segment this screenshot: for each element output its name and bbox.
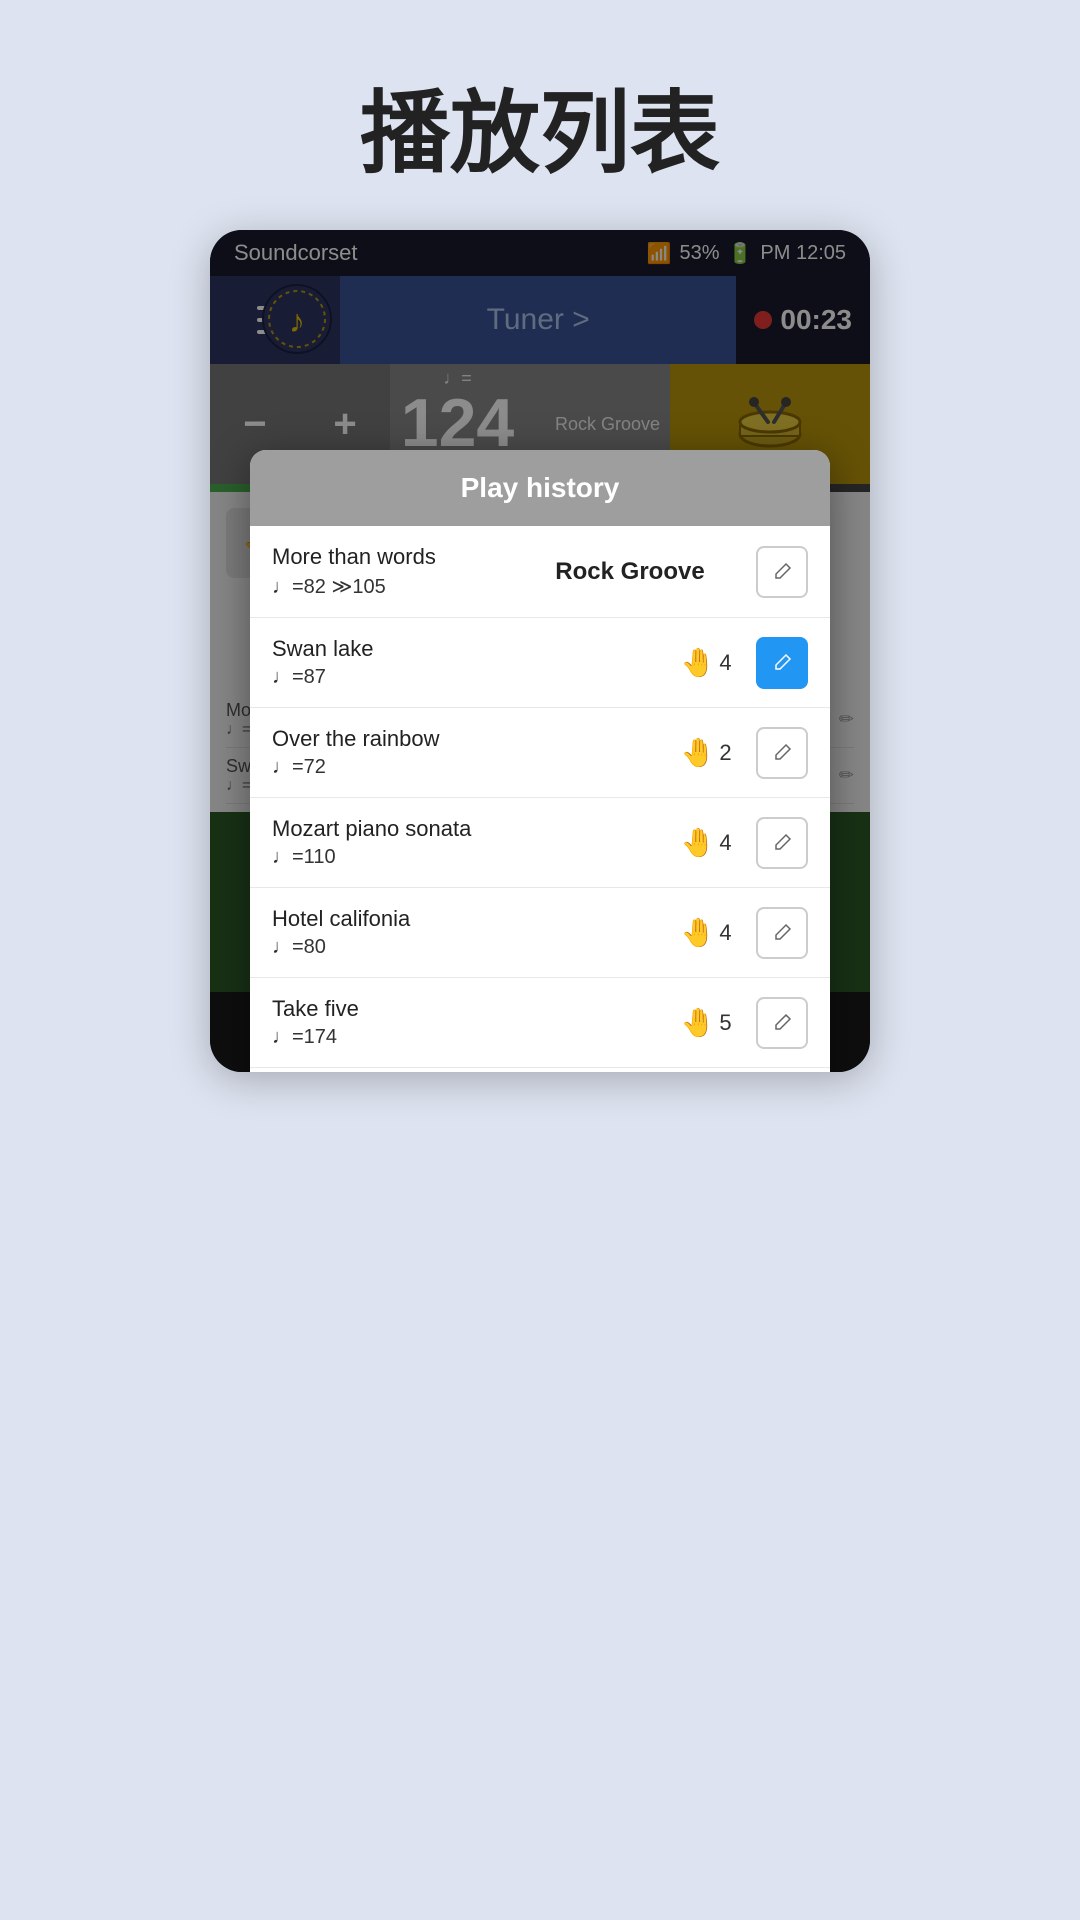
row-5-edit-button[interactable] (756, 907, 808, 959)
row-5-hand-icon: 🤚 (680, 916, 715, 949)
history-row-5[interactable]: Hotel califonia ♩=80 🤚 4 (250, 888, 830, 978)
history-row-1[interactable]: More than words ♩=82 ≫105 Rock Groove (250, 526, 830, 618)
row-4-beat: 🤚 4 (666, 826, 746, 859)
row-2-beat-count: 4 (719, 650, 731, 676)
row-5-beat-count: 4 (719, 920, 731, 946)
history-row-3[interactable]: Over the rainbow ♩=72 🤚 2 (250, 708, 830, 798)
play-history-modal: Play history More than words ♩=82 ≫105 R… (250, 450, 830, 1072)
row-3-hand-icon: 🤚 (680, 736, 715, 769)
row-4-info: Mozart piano sonata ♩=110 (272, 816, 656, 869)
row-4-title: Mozart piano sonata (272, 816, 656, 842)
row-6-info: Take five ♩=174 (272, 996, 656, 1049)
row-2-edit-button[interactable] (756, 637, 808, 689)
history-row-2[interactable]: Swan lake ♩=87 🤚 4 (250, 618, 830, 708)
row-4-edit-button[interactable] (756, 817, 808, 869)
row-3-info: Over the rainbow ♩=72 (272, 726, 656, 779)
page-title: 播放列表 (0, 0, 1080, 230)
row-1-title: More than words (272, 544, 504, 570)
row-6-beat-count: 5 (719, 1010, 731, 1036)
row-1-edit-button[interactable] (756, 546, 808, 598)
row-5-bpm: ♩=80 (272, 936, 656, 959)
row-3-beat: 🤚 2 (666, 736, 746, 769)
row-2-beat: 🤚 4 (666, 646, 746, 679)
modal-overlay: Play history More than words ♩=82 ≫105 R… (210, 230, 870, 1072)
row-4-bpm: ♩=110 (272, 846, 656, 869)
row-6-title: Take five (272, 996, 656, 1022)
row-1-bpm: ♩=82 ≫105 (272, 574, 504, 599)
history-row-4[interactable]: Mozart piano sonata ♩=110 🤚 4 (250, 798, 830, 888)
modal-title: Play history (461, 472, 620, 503)
row-6-edit-button[interactable] (756, 997, 808, 1049)
row-2-hand-icon: 🤚 (680, 646, 715, 679)
row-5-info: Hotel califonia ♩=80 (272, 906, 656, 959)
row-6-beat: 🤚 5 (666, 1006, 746, 1039)
row-1-info: More than words ♩=82 ≫105 (272, 544, 504, 599)
row-4-hand-icon: 🤚 (680, 826, 715, 859)
row-5-beat: 🤚 4 (666, 916, 746, 949)
row-3-bpm: ♩=72 (272, 756, 656, 779)
modal-list: More than words ♩=82 ≫105 Rock Groove Sw… (250, 526, 830, 1072)
modal-header: Play history (250, 450, 830, 526)
row-5-title: Hotel califonia (272, 906, 656, 932)
row-2-bpm: ♩=87 (272, 666, 656, 689)
row-6-hand-icon: 🤚 (680, 1006, 715, 1039)
history-row-6[interactable]: Take five ♩=174 🤚 5 (250, 978, 830, 1068)
phone-frame: Soundcorset 📶 53% 🔋 PM 12:05 ♪ (210, 230, 870, 1072)
row-3-beat-count: 2 (719, 740, 731, 766)
row-3-edit-button[interactable] (756, 727, 808, 779)
row-3-title: Over the rainbow (272, 726, 656, 752)
row-2-title: Swan lake (272, 636, 656, 662)
row-2-info: Swan lake ♩=87 (272, 636, 656, 689)
row-1-genre: Rock Groove (514, 558, 746, 586)
row-6-bpm: ♩=174 (272, 1026, 656, 1049)
history-row-7[interactable]: Hey jude ♩=78 🤚 4 (250, 1068, 830, 1072)
row-4-beat-count: 4 (719, 830, 731, 856)
